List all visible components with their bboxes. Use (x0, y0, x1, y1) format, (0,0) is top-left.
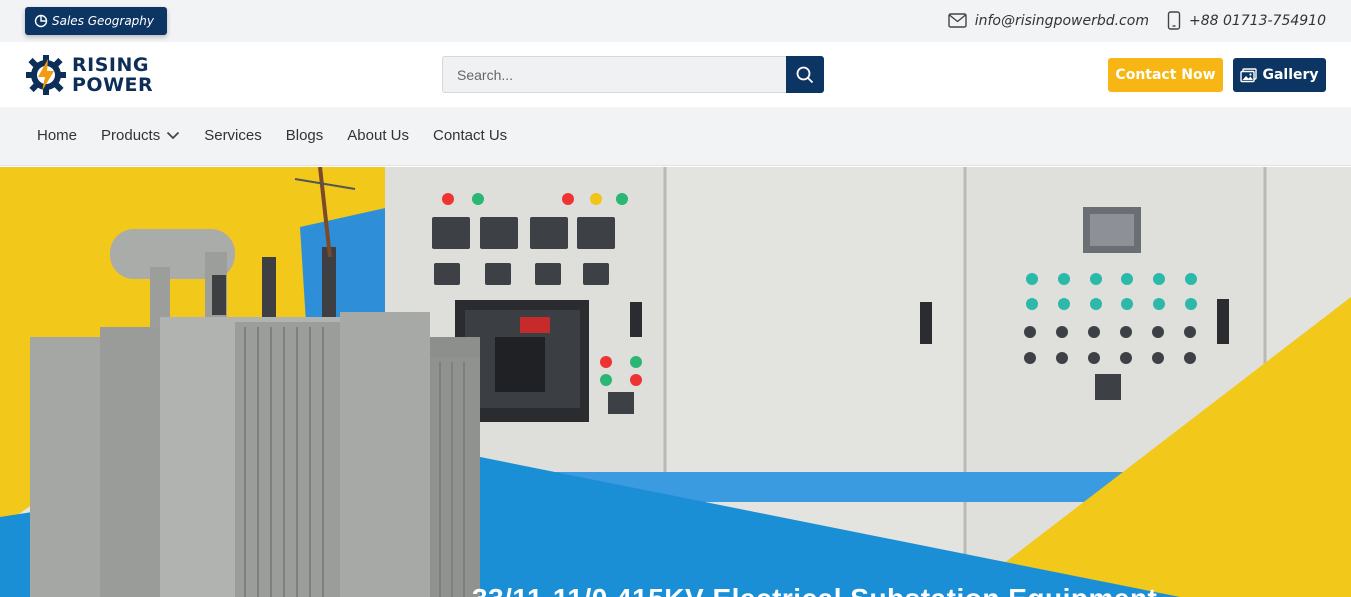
nav-item-home[interactable]: Home (37, 127, 77, 144)
email-link[interactable]: info@risingpowerbd.com (948, 13, 1149, 29)
search-icon (796, 66, 814, 83)
envelope-icon (948, 13, 967, 28)
phone-text: +88 01713-754910 (1188, 12, 1326, 29)
nav-label: Blogs (285, 127, 324, 144)
chevron-down-icon (167, 131, 180, 140)
search-input[interactable] (442, 56, 786, 93)
site-logo[interactable]: RISING POWER (24, 53, 153, 97)
nav-label: Products (101, 127, 161, 144)
logo-line-power: POWER (72, 74, 154, 96)
main-header: RISING POWER Contact Now Gallery (0, 42, 1351, 107)
email-text: info@risingpowerbd.com (974, 12, 1149, 29)
nav-item-contact-us[interactable]: Contact Us (433, 127, 507, 144)
gear-bolt-logo-icon (26, 55, 66, 95)
logo-wordmark: RISING POWER (72, 55, 153, 95)
sales-geography-button[interactable]: Sales Geography (25, 7, 167, 35)
nav-label: Services (204, 127, 262, 144)
contact-info: info@risingpowerbd.com +88 01713-754910 (948, 11, 1326, 30)
images-icon (1240, 67, 1258, 82)
hero-banner-image (0, 167, 1351, 597)
phone-link[interactable]: +88 01713-754910 (1167, 11, 1326, 30)
nav-item-services[interactable]: Services (204, 127, 262, 144)
hero-banner[interactable]: 33/11-11/0.415KV Electrical Substation E… (0, 167, 1351, 597)
logo-line-rising: RISING (72, 54, 149, 76)
nav-label: About Us (347, 127, 409, 144)
pie-chart-icon (34, 14, 48, 28)
main-navigation: Home Products Services Blogs About Us Co… (0, 107, 1351, 166)
sales-geography-label: Sales Geography (52, 14, 155, 28)
gallery-label: Gallery (1262, 67, 1319, 83)
top-bar: Sales Geography info@risingpowerbd.com +… (0, 0, 1351, 42)
contact-now-button[interactable]: Contact Now (1108, 58, 1223, 92)
mobile-phone-icon (1167, 11, 1181, 30)
nav-item-blogs[interactable]: Blogs (286, 127, 324, 144)
gallery-button[interactable]: Gallery (1233, 58, 1326, 92)
search-button[interactable] (786, 56, 824, 93)
hero-title: 33/11-11/0.415KV Electrical Substation E… (472, 583, 1157, 597)
search-form (442, 56, 824, 93)
nav-item-about-us[interactable]: About Us (347, 127, 409, 144)
nav-item-products[interactable]: Products (101, 127, 180, 144)
nav-label: Home (37, 127, 78, 144)
nav-label: Contact Us (432, 127, 508, 144)
